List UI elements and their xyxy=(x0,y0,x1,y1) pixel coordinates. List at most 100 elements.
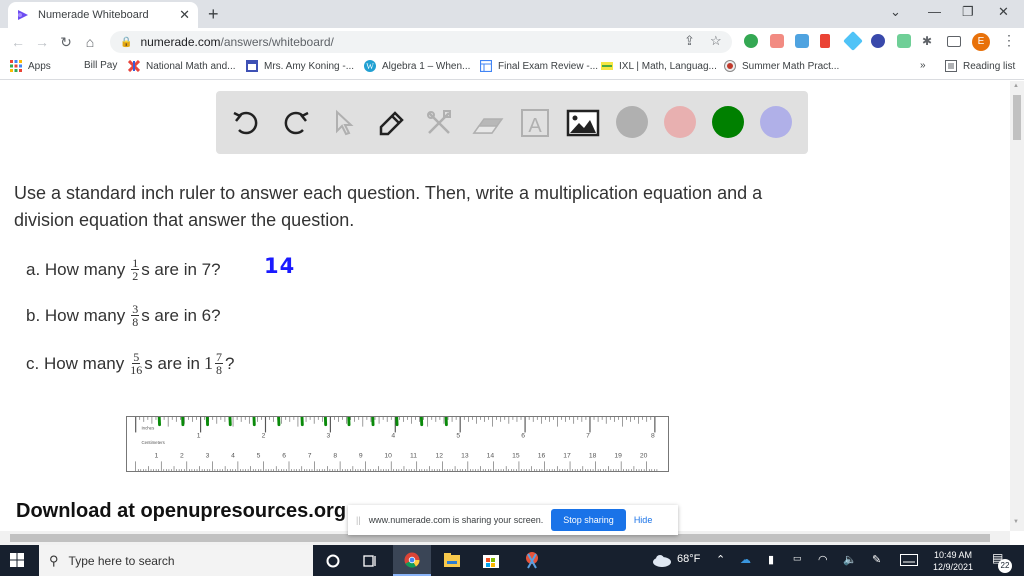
volume-icon[interactable]: 🔈 xyxy=(843,553,857,566)
microsoft-store-icon[interactable] xyxy=(483,552,499,568)
touch-keyboard-icon[interactable] xyxy=(900,554,918,566)
bookmark-label: Final Exam Review -... xyxy=(498,60,599,72)
inch-label: 7 xyxy=(586,432,590,439)
close-window-button[interactable]: ✕ xyxy=(998,4,1009,20)
text-tool-icon[interactable]: A xyxy=(518,106,552,140)
reload-button[interactable]: ↻ xyxy=(54,34,78,51)
extension-screencast-icon[interactable] xyxy=(795,34,809,48)
wifi-icon[interactable]: ◠ xyxy=(818,553,828,566)
file-explorer-icon[interactable] xyxy=(444,553,460,567)
bookmark-star-icon[interactable]: ☆ xyxy=(710,33,722,49)
cm-label: 4 xyxy=(231,453,235,460)
windows-start-icon[interactable] xyxy=(10,553,24,567)
profile-avatar[interactable]: E xyxy=(972,33,990,51)
drag-grip-icon[interactable]: || xyxy=(356,515,361,525)
cm-label: 8 xyxy=(333,453,337,460)
bookmark-algebra-1[interactable]: W Algebra 1 – When... xyxy=(364,60,470,72)
back-button[interactable]: ← xyxy=(6,34,30,50)
taskbar-chrome-button[interactable] xyxy=(393,545,431,576)
onedrive-icon[interactable]: ☁ xyxy=(740,553,751,566)
cm-label: 7 xyxy=(308,453,312,460)
image-icon[interactable] xyxy=(566,106,600,140)
bookmark-label: Apps xyxy=(28,60,51,72)
address-bar[interactable]: 🔒 numerade.com/answers/whiteboard/ ⇪ ☆ xyxy=(110,31,732,53)
bookmark-apps[interactable]: Apps xyxy=(10,60,51,72)
snipping-tool-icon[interactable] xyxy=(524,551,540,569)
extension-k-icon[interactable] xyxy=(871,34,885,48)
weather-cloud-icon[interactable] xyxy=(652,554,672,567)
vertical-scroll-thumb[interactable] xyxy=(1013,95,1021,140)
bookmarks-overflow-button[interactable]: » xyxy=(920,60,926,71)
pen-icon[interactable] xyxy=(374,106,408,140)
tools-icon[interactable] xyxy=(422,106,456,140)
scroll-up-arrow-icon[interactable]: ▲ xyxy=(1013,83,1019,89)
color-swatch-pink[interactable] xyxy=(664,106,696,138)
home-button[interactable]: ⌂ xyxy=(78,34,102,50)
question-prefix: b. How many xyxy=(26,305,126,325)
vertical-scrollbar[interactable]: ▲ ▼ xyxy=(1010,81,1024,531)
cast-icon[interactable] xyxy=(947,36,961,47)
show-hidden-icons-chevron-icon[interactable]: ⌃ xyxy=(716,553,725,566)
forward-button[interactable]: → xyxy=(30,34,54,50)
redo-icon[interactable] xyxy=(278,106,312,140)
cortana-icon[interactable] xyxy=(326,554,340,568)
hide-button[interactable]: Hide xyxy=(634,515,653,525)
extension-green-plus-icon[interactable] xyxy=(744,34,758,48)
bookmark-bill-pay[interactable]: Bill Pay xyxy=(84,60,117,71)
system-clock[interactable]: 10:49 AM 12/9/2021 xyxy=(925,549,981,573)
windows-taskbar: ⚲ Type here to search 68°F ⌃ ☁ ▮ ▭ ◠ 🔈 ✎… xyxy=(0,545,1024,576)
restore-button[interactable]: ❐ xyxy=(962,4,974,20)
new-tab-button[interactable]: + xyxy=(208,4,219,24)
bookmark-national-math[interactable]: National Math and... xyxy=(128,60,236,72)
inch-label: 1 xyxy=(197,432,201,439)
bookmark-ixl[interactable]: IXL | Math, Languag... xyxy=(601,60,717,72)
question-end: ? xyxy=(225,353,235,373)
task-view-icon[interactable] xyxy=(363,554,377,568)
question-prefix: c. How many xyxy=(26,353,125,373)
question-suffix: s are in xyxy=(144,353,200,373)
battery-icon[interactable]: ▭ xyxy=(793,553,802,564)
taskbar-search-box[interactable]: ⚲ Type here to search xyxy=(39,545,313,576)
bookmark-summer-math[interactable]: Summer Math Pract... xyxy=(724,60,839,72)
question-b: b. How many 38 s are in 6? xyxy=(26,303,221,328)
bookmarks-bar: Apps Bill Pay National Math and... Mrs. … xyxy=(0,56,1024,80)
overflow-chevrons: » xyxy=(920,60,926,71)
color-swatch-green[interactable] xyxy=(712,106,744,138)
bookmark-final-exam-review[interactable]: Final Exam Review -... xyxy=(480,60,598,72)
extensions-puzzle-icon[interactable]: ✱ xyxy=(922,34,936,48)
bookmark-mrs-amy-koning[interactable]: Mrs. Amy Koning -... xyxy=(246,60,354,72)
extension-red-icon[interactable] xyxy=(820,34,830,48)
notification-center-button[interactable]: ▤ 22 xyxy=(990,551,1014,573)
minimize-button[interactable]: — xyxy=(928,4,941,19)
ixl-icon xyxy=(601,62,613,70)
tab-numerade-whiteboard[interactable]: Numerade Whiteboard ✕ xyxy=(8,2,198,28)
extension-face-icon[interactable] xyxy=(897,34,911,48)
question-a: a. How many 12 s are in 7? xyxy=(26,257,221,282)
extension-pink-icon[interactable] xyxy=(770,34,784,48)
question-c: c. How many 5 16 s are in 1 78 ? xyxy=(26,351,234,376)
color-swatch-gray[interactable] xyxy=(616,106,648,138)
cm-label: 11 xyxy=(410,453,417,460)
cm-label: 18 xyxy=(589,453,597,460)
weather-temperature[interactable]: 68°F xyxy=(677,553,700,565)
inch-label: 6 xyxy=(521,432,525,439)
apps-grid-icon xyxy=(10,60,22,72)
select-cursor-icon[interactable] xyxy=(326,106,360,140)
reading-list-button[interactable]: Reading list xyxy=(945,60,1015,72)
usb-device-icon[interactable]: ▮ xyxy=(768,553,774,566)
pen-workspace-icon[interactable]: ✎ xyxy=(872,553,881,566)
eraser-icon[interactable] xyxy=(470,106,504,140)
share-icon[interactable]: ⇪ xyxy=(684,33,695,49)
tab-search-chevron-icon[interactable]: ⌄ xyxy=(890,4,901,20)
cm-label: 14 xyxy=(487,453,495,460)
close-tab-icon[interactable]: ✕ xyxy=(179,7,190,23)
cm-label: 16 xyxy=(538,453,546,460)
scroll-down-arrow-icon[interactable]: ▼ xyxy=(1013,519,1019,525)
clock-time: 10:49 AM xyxy=(933,550,973,560)
color-swatch-lavender[interactable] xyxy=(760,106,792,138)
undo-icon[interactable] xyxy=(230,106,264,140)
menu-kebab-icon[interactable]: ⋮ xyxy=(1002,32,1016,49)
stop-sharing-button[interactable]: Stop sharing xyxy=(551,509,626,531)
bookmark-label: Summer Math Pract... xyxy=(742,60,840,72)
horizontal-scroll-thumb[interactable] xyxy=(10,534,990,542)
